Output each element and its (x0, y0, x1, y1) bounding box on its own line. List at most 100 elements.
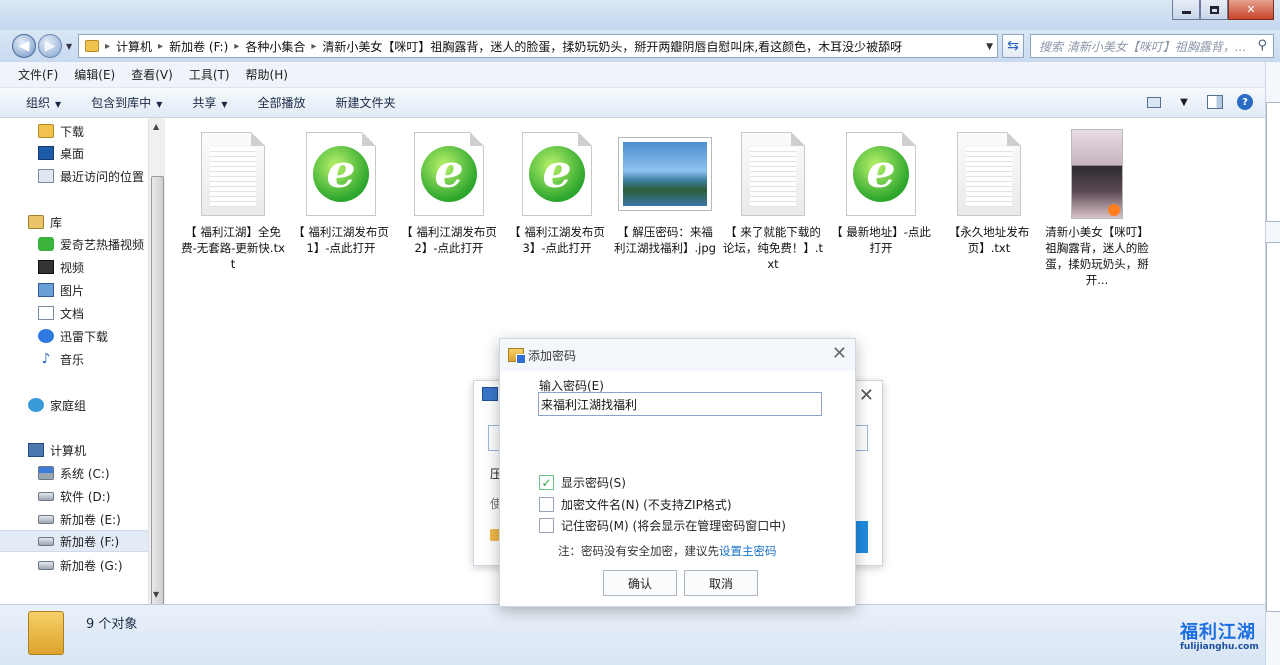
ie-shortcut-icon: e (295, 128, 387, 220)
show-password-label: 显示密码(S) (561, 476, 626, 490)
file-name: 【 最新地址】-点此打开 (831, 225, 931, 255)
file-item[interactable]: e 【 福利江湖发布页3】-点此打开 (503, 128, 611, 256)
file-item[interactable]: e 【 福利江湖发布页1】-点此打开 (287, 128, 395, 256)
command-toolbar: 组织 ▼ 包含到库中 ▼ 共享 ▼ 全部播放 新建文件夹 ▼ ? (0, 88, 1265, 118)
sidebar-item-downloads[interactable]: 下载 (0, 120, 148, 142)
set-master-password-link[interactable]: 设置主密码 (719, 544, 777, 558)
video-icon (38, 260, 54, 274)
remember-password-checkbox[interactable]: 记住密码(M) (将会显示在管理密码窗口中) (539, 517, 786, 534)
recent-pages-dropdown[interactable]: ▼ (66, 42, 72, 51)
search-placeholder: 搜索 清新小美女【咪叮】祖胸露背，... (1039, 39, 1247, 54)
play-all-button[interactable]: 全部播放 (258, 94, 306, 111)
sidebar-item-homegroup[interactable]: 家庭组 (0, 394, 148, 416)
sidebar-item-documents[interactable]: 文档 (0, 302, 148, 324)
sidebar-item-label: 新加卷 (G:) (60, 558, 123, 573)
sidebar-item-libraries[interactable]: 库 (0, 211, 148, 233)
sidebar-item-label: 新加卷 (E:) (60, 512, 121, 527)
menu-file[interactable]: 文件(F) (18, 66, 58, 83)
documents-icon (38, 306, 54, 320)
close-window-button[interactable]: ✕ (1228, 0, 1274, 20)
sidebar-item-drive-c[interactable]: 系统 (C:) (0, 462, 148, 484)
sidebar-item-computer[interactable]: 计算机 (0, 439, 148, 461)
file-item[interactable]: 清新小美女【咪叮】祖胸露背，迷人的脸蛋，揉奶玩奶头，掰开... (1043, 128, 1151, 288)
txt-file-icon (943, 128, 1035, 220)
breadcrumb-current-folder[interactable]: 清新小美女【咪叮】祖胸露背，迷人的脸蛋，揉奶玩奶头，掰开两瓣阴唇自慰叫床,看这颜… (322, 38, 902, 55)
address-dropdown-icon[interactable]: ▼ (986, 42, 993, 52)
note-text: 注：密码没有安全加密，建议先 (558, 544, 719, 558)
ie-shortcut-icon: e (511, 128, 603, 220)
add-password-dialog: 添加密码 ✕ 输入密码(E) ✓ 显示密码(S) 加密文件名(N) (不支持ZI… (499, 338, 856, 607)
minimize-button[interactable] (1172, 0, 1200, 20)
view-options-dropdown-icon[interactable]: ▼ (1175, 94, 1193, 110)
scroll-up-icon[interactable]: ▲ (153, 122, 159, 131)
refresh-icon: ⇆ (1007, 38, 1019, 54)
search-input[interactable]: 搜索 清新小美女【咪叮】祖胸露背，... ⚲ (1030, 34, 1274, 58)
status-bar: 9 个对象 (0, 604, 1265, 665)
ie-shortcut-icon: e (835, 128, 927, 220)
menu-edit[interactable]: 编辑(E) (74, 66, 115, 83)
sidebar-item-drive-d[interactable]: 软件 (D:) (0, 485, 148, 507)
breadcrumb-separator-icon[interactable]: ▸ (158, 41, 163, 52)
chevron-down-icon: ▼ (156, 100, 163, 109)
pictures-icon (38, 283, 54, 297)
breadcrumb-computer[interactable]: 计算机 (116, 38, 152, 55)
file-item[interactable]: e 【 最新地址】-点此打开 (827, 128, 935, 256)
scrollbar-thumb[interactable] (151, 176, 164, 608)
sidebar-item-label: 文档 (60, 306, 85, 321)
sidebar-item-drive-f[interactable]: 新加卷 (F:) (0, 530, 148, 552)
confirm-button[interactable]: 确认 (603, 570, 677, 596)
breadcrumb-collection[interactable]: 各种小集合 (245, 38, 305, 55)
sidebar-item-xunlei[interactable]: 迅雷下载 (0, 325, 148, 347)
dialog-close-button[interactable]: ✕ (832, 343, 847, 365)
sidebar-item-pictures[interactable]: 图片 (0, 279, 148, 301)
file-item[interactable]: 【 来了就能下载的论坛，纯免费！】.txt (719, 128, 827, 272)
breadcrumb-separator-icon[interactable]: ▸ (105, 41, 110, 52)
back-button[interactable]: ◀ (12, 34, 36, 58)
refresh-button[interactable]: ⇆ (1002, 34, 1024, 58)
sidebar-item-label: 最近访问的位置 (60, 169, 145, 184)
sidebar-item-desktop[interactable]: 桌面 (0, 142, 148, 164)
sidebar-item-videos[interactable]: 视频 (0, 256, 148, 278)
new-folder-button[interactable]: 新建文件夹 (336, 94, 396, 111)
sidebar-item-drive-e[interactable]: 新加卷 (E:) (0, 508, 148, 530)
sidebar-item-recent[interactable]: 最近访问的位置 (0, 165, 148, 187)
menu-view[interactable]: 查看(V) (131, 66, 173, 83)
breadcrumb-separator-icon[interactable]: ▸ (234, 41, 239, 52)
scroll-down-icon[interactable]: ▼ (153, 590, 159, 599)
help-icon[interactable]: ? (1237, 94, 1253, 110)
checkbox-checked-icon: ✓ (539, 475, 554, 490)
cancel-button[interactable]: 取消 (684, 570, 758, 596)
app-icon (482, 387, 498, 401)
maximize-button[interactable] (1200, 0, 1228, 20)
sidebar-item-label: 系统 (C:) (60, 466, 110, 481)
sidebar-scrollbar[interactable]: ▲ ▼ (148, 118, 165, 608)
encrypt-filenames-label: 加密文件名(N) (不支持ZIP格式) (561, 498, 732, 512)
close-icon[interactable]: ✕ (859, 385, 874, 406)
password-input[interactable] (538, 392, 822, 416)
file-item[interactable]: 【永久地址发布页】.txt (935, 128, 1043, 256)
forward-button[interactable]: ▶ (38, 34, 62, 58)
search-icon[interactable]: ⚲ (1257, 38, 1267, 53)
address-bar[interactable]: ▸ 计算机 ▸ 新加卷 (F:) ▸ 各种小集合 ▸ 清新小美女【咪叮】祖胸露背… (78, 34, 998, 58)
breadcrumb-separator-icon[interactable]: ▸ (311, 41, 316, 52)
file-item[interactable]: 【 福利江湖】全免费-无套路-更新快.txt (179, 128, 287, 272)
menu-help[interactable]: 帮助(H) (246, 66, 288, 83)
show-password-checkbox[interactable]: ✓ 显示密码(S) (539, 474, 626, 491)
file-item[interactable]: e 【 福利江湖发布页2】-点此打开 (395, 128, 503, 256)
organize-button[interactable]: 组织 ▼ (26, 94, 61, 111)
file-item[interactable]: 【 解压密码：来福利江湖找福利】.jpg (611, 128, 719, 256)
sidebar-item-music[interactable]: ♪ 音乐 (0, 348, 148, 370)
menu-tools[interactable]: 工具(T) (189, 66, 230, 83)
include-in-library-button[interactable]: 包含到库中 ▼ (91, 94, 162, 111)
forward-arrow-icon: ▶ (44, 38, 56, 54)
change-view-icon[interactable] (1147, 96, 1161, 108)
breadcrumb-drive-f[interactable]: 新加卷 (F:) (169, 38, 228, 55)
sidebar-item-iqiyi[interactable]: 爱奇艺热播视频 (0, 233, 148, 255)
share-button[interactable]: 共享 ▼ (192, 94, 227, 111)
encrypt-filenames-checkbox[interactable]: 加密文件名(N) (不支持ZIP格式) (539, 496, 732, 513)
back-arrow-icon: ◀ (18, 38, 30, 54)
preview-pane-icon[interactable] (1207, 95, 1223, 109)
ie-shortcut-icon: e (403, 128, 495, 220)
sidebar-item-label: 库 (50, 215, 63, 230)
sidebar-item-drive-g[interactable]: 新加卷 (G:) (0, 554, 148, 576)
